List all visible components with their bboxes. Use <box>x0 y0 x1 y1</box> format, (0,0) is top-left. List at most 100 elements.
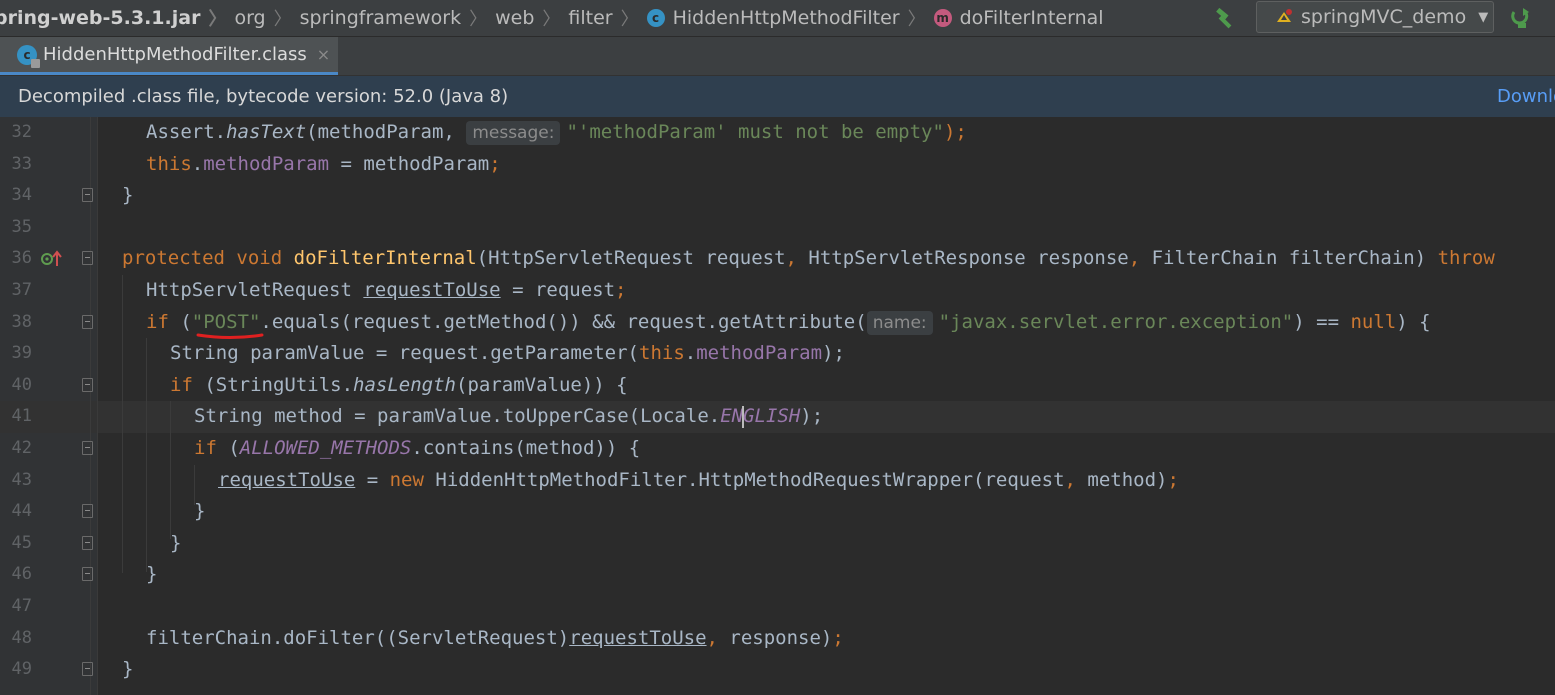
code-line: 40 if (StringUtils.hasLength(paramValue)… <box>0 370 1555 402</box>
breadcrumb-label: web <box>495 7 535 29</box>
code-text: if (StringUtils.hasLength(paramValue)) { <box>170 373 628 396</box>
editor-tab-bar: c HiddenHttpMethodFilter.class × <box>0 37 1555 76</box>
line-number: 44 <box>11 501 32 522</box>
code-line: 33 this.methodParam = methodParam; <box>0 149 1555 181</box>
fold-end-icon[interactable] <box>82 504 93 519</box>
code-line: 34 } <box>0 180 1555 212</box>
breadcrumb-separator: 〉 <box>907 9 926 30</box>
line-number: 37 <box>11 280 32 300</box>
fold-start-icon[interactable] <box>82 251 93 266</box>
breadcrumb-label: HiddenHttpMethodFilter <box>672 7 900 29</box>
run-configuration-select[interactable]: springMVC_demo ▼ <box>1256 1 1494 33</box>
parameter-hint: message: <box>466 121 561 145</box>
line-number: 42 <box>11 438 32 458</box>
code-text: requestToUse = new HiddenHttpMethodFilte… <box>218 468 1179 491</box>
breadcrumb-web[interactable]: web 〉 <box>495 5 568 31</box>
fold-end-icon[interactable] <box>82 188 93 203</box>
code-text: this.methodParam = methodParam; <box>146 152 501 175</box>
code-text: Assert.hasText(methodParam, message: "'me… <box>146 121 967 145</box>
fold-start-icon[interactable] <box>82 314 93 329</box>
line-number: 43 <box>11 469 32 490</box>
code-line: 47 <box>0 591 1555 623</box>
breadcrumb-label: pring-web-5.3.1.jar <box>0 7 201 29</box>
line-number: 39 <box>11 343 32 364</box>
code-line: 48 filterChain.doFilter((ServletRequest)… <box>0 623 1555 655</box>
code-text: if ("POST".equals(request.getMethod()) &… <box>146 310 1431 335</box>
code-line: 44 } <box>0 496 1555 528</box>
line-number: 41 <box>11 406 32 427</box>
tomcat-icon <box>1277 9 1292 22</box>
code-text: filterChain.doFilter((ServletRequest)req… <box>146 626 844 649</box>
breadcrumb-springframework[interactable]: springframework 〉 <box>300 5 495 31</box>
override-method-icon[interactable] <box>40 249 64 269</box>
breadcrumb-jar[interactable]: pring-web-5.3.1.jar 〉 <box>0 5 234 31</box>
tab-label: HiddenHttpMethodFilter.class <box>43 44 307 65</box>
code-line: 43 requestToUse = new HiddenHttpMethodFi… <box>0 465 1555 497</box>
line-number: 49 <box>11 659 32 680</box>
breadcrumb-separator: 〉 <box>620 9 639 30</box>
code-text: HttpServletRequest requestToUse = reques… <box>146 279 627 301</box>
code-line-current: 41 String method = paramValue.toUpperCas… <box>0 401 1555 433</box>
line-number: 46 <box>11 564 32 585</box>
line-number: 38 <box>11 311 32 332</box>
hammer-icon[interactable] <box>1212 4 1240 32</box>
code-line: 39 String paramValue = request.getParame… <box>0 338 1555 370</box>
code-line: 46 } <box>0 559 1555 591</box>
breadcrumb-org[interactable]: org 〉 <box>234 5 299 31</box>
code-line: 42 if (ALLOWED_METHODS.contains(method))… <box>0 433 1555 465</box>
code-text: } <box>122 658 134 681</box>
fold-end-icon[interactable] <box>82 662 93 677</box>
line-number: 48 <box>11 627 32 648</box>
red-underline-annotation <box>196 333 264 339</box>
code-line: 45 } <box>0 528 1555 560</box>
banner-message: Decompiled .class file, bytecode version… <box>18 86 509 107</box>
code-editor[interactable]: 32 Assert.hasText(methodParam, message: "… <box>0 117 1555 695</box>
line-number: 35 <box>11 216 32 237</box>
decompiled-banner: Decompiled .class file, bytecode version… <box>0 76 1555 117</box>
line-number: 36 <box>11 248 32 269</box>
fold-end-icon[interactable] <box>82 535 93 550</box>
breadcrumb-separator: 〉 <box>273 9 292 30</box>
code-line: 32 Assert.hasText(methodParam, message: "… <box>0 117 1555 149</box>
breadcrumb-label: springframework <box>299 7 462 29</box>
code-text: } <box>146 563 158 586</box>
code-line: 37 HttpServletRequest requestToUse = req… <box>0 275 1555 307</box>
run-configuration-label: springMVC_demo <box>1301 6 1467 28</box>
code-text: protected void doFilterInternal(HttpServ… <box>122 247 1495 270</box>
breadcrumb-label: org <box>234 7 266 29</box>
breadcrumb-separator: 〉 <box>469 9 488 30</box>
navigation-bar: pring-web-5.3.1.jar 〉 org 〉 springframewor… <box>0 0 1555 37</box>
code-line: 35 <box>0 212 1555 244</box>
ide-window: pring-web-5.3.1.jar 〉 org 〉 springframewor… <box>0 0 1555 695</box>
fold-start-icon[interactable] <box>82 377 93 392</box>
code-text: } <box>122 184 134 207</box>
class-file-icon: c <box>17 44 40 68</box>
code-text: } <box>194 500 206 523</box>
breadcrumb-label: filter <box>568 7 613 29</box>
line-number: 32 <box>11 122 32 142</box>
line-number: 33 <box>11 153 32 174</box>
breadcrumb-separator: 〉 <box>208 9 227 30</box>
breadcrumb-separator: 〉 <box>542 9 561 30</box>
code-text: String paramValue = request.getParameter… <box>170 342 845 365</box>
line-number: 45 <box>11 532 32 553</box>
rerun-icon[interactable] <box>1506 3 1534 31</box>
line-number: 47 <box>11 596 32 616</box>
download-sources-link[interactable]: Downlo <box>1497 86 1555 107</box>
class-icon: c <box>646 9 665 27</box>
chevron-down-icon: ▼ <box>1478 9 1489 25</box>
code-text: String method = paramValue.toUpperCase(L… <box>194 405 824 428</box>
breadcrumb-method[interactable]: m doFilterInternal <box>933 7 1104 29</box>
tab-hiddenhttpmethodfilter-class[interactable]: c HiddenHttpMethodFilter.class × <box>0 37 338 75</box>
code-text: } <box>170 531 182 554</box>
code-line: 49 } <box>0 654 1555 686</box>
line-number: 40 <box>11 374 32 395</box>
close-icon[interactable]: × <box>317 45 330 64</box>
breadcrumb-filter[interactable]: filter 〉 <box>568 5 646 31</box>
code-line: 36 protected void doFilterInternal(HttpS… <box>0 243 1555 275</box>
fold-start-icon[interactable] <box>82 441 93 455</box>
fold-end-icon[interactable] <box>82 567 93 582</box>
line-number: 34 <box>11 185 32 206</box>
breadcrumb-class[interactable]: c HiddenHttpMethodFilter 〉 <box>646 5 934 31</box>
method-icon: m <box>933 9 952 27</box>
